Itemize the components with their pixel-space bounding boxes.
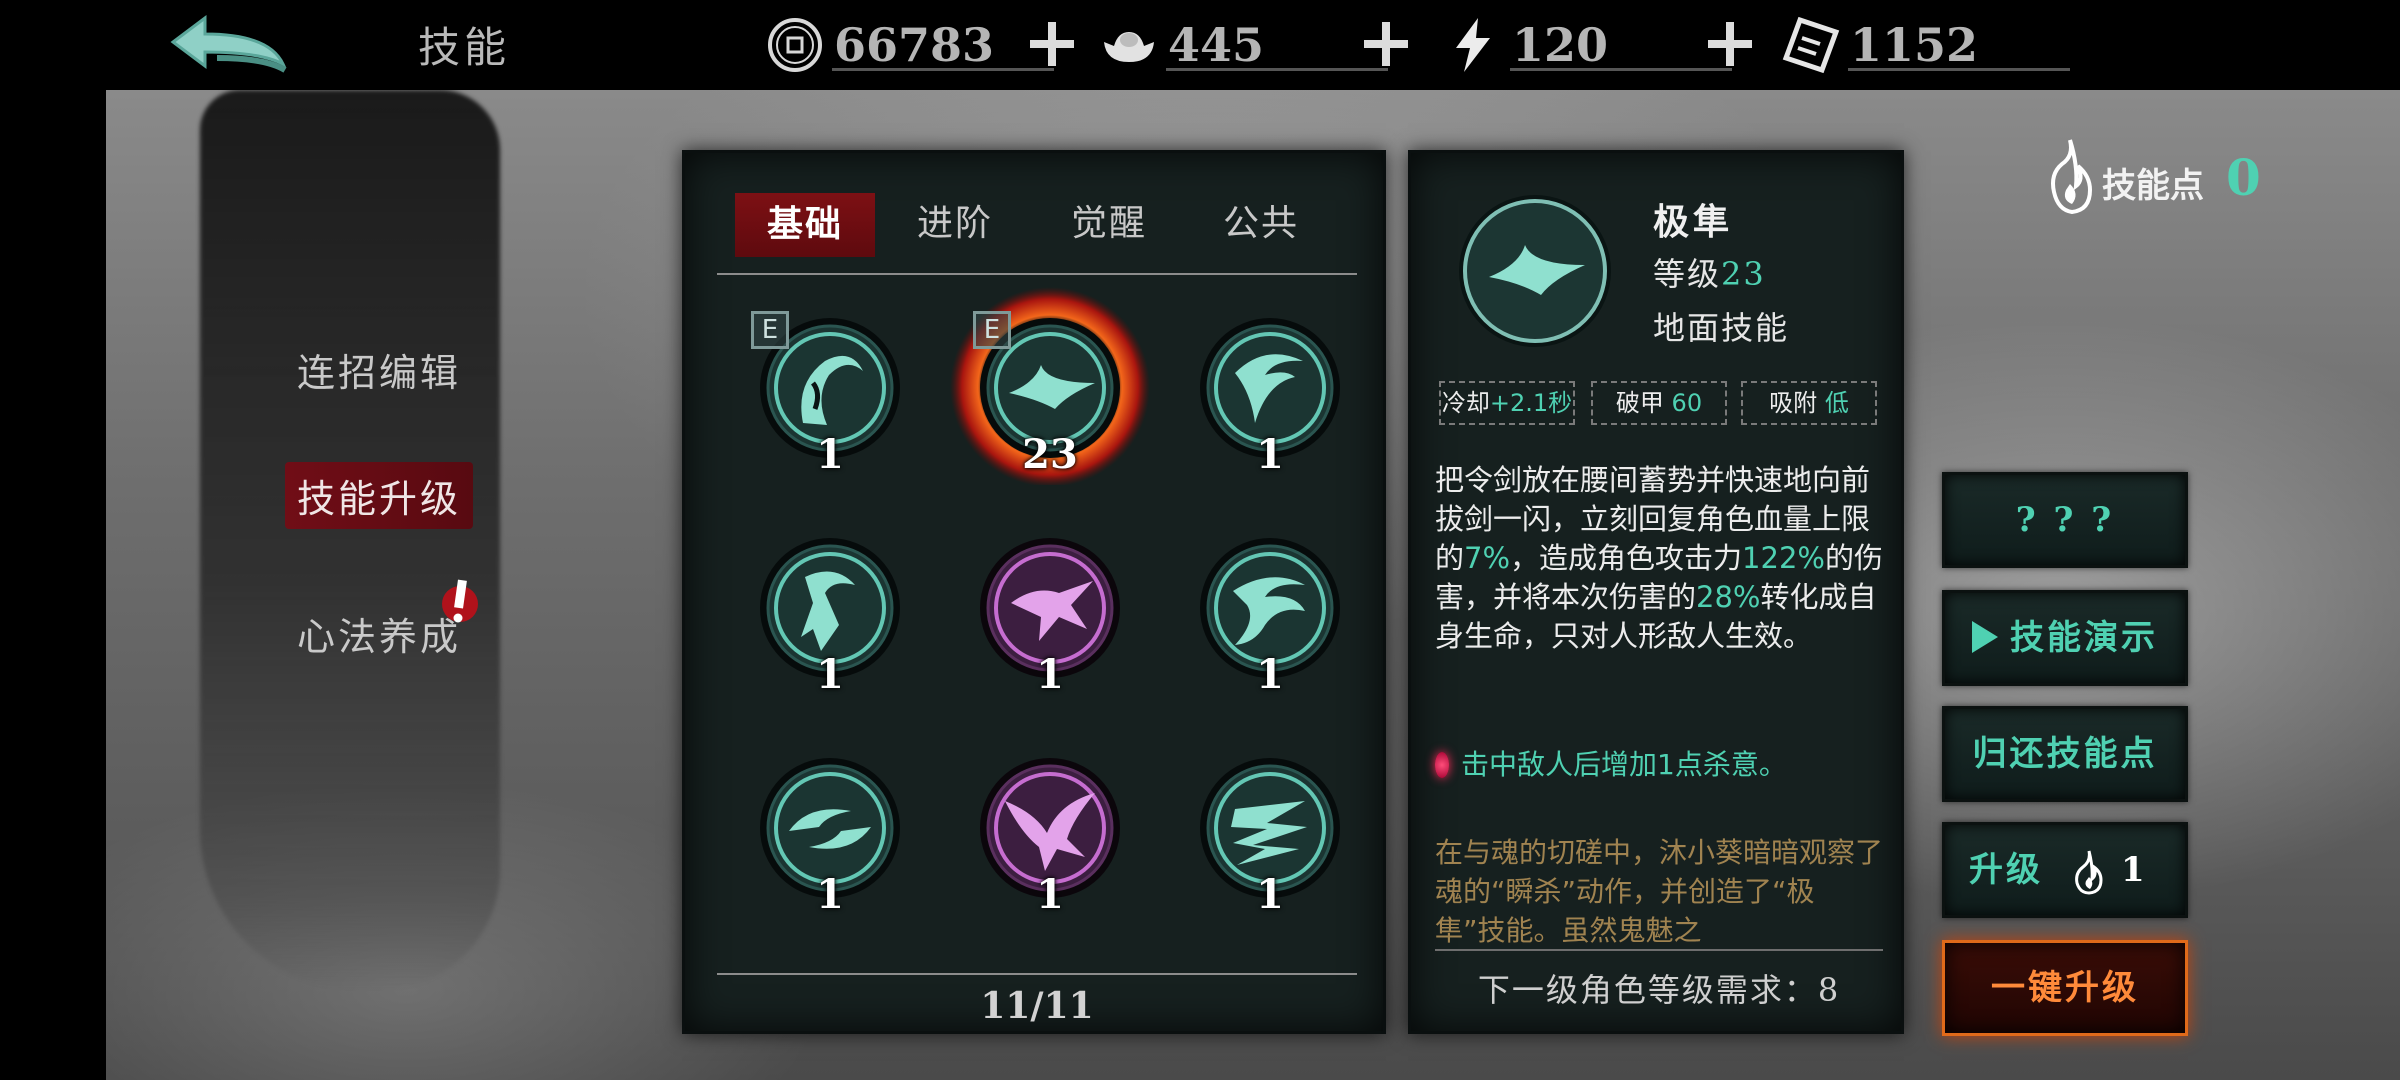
- skill-node[interactable]: 1: [1195, 753, 1345, 923]
- equipped-badge: E: [751, 311, 789, 349]
- back-arrow-icon: [170, 15, 287, 73]
- refund-skill-points-button[interactable]: 归还技能点: [1942, 706, 2188, 802]
- skill-level: 1: [816, 871, 844, 918]
- desc-highlight: 7%: [1464, 541, 1511, 575]
- lightning-icon: [1456, 18, 1490, 72]
- divider: [832, 68, 1054, 71]
- back-button[interactable]: [165, 12, 295, 78]
- tab-advanced[interactable]: 进阶: [885, 193, 1025, 257]
- skill-level: 23: [1022, 431, 1078, 478]
- divider: [1848, 68, 2070, 71]
- skill-bonus: 击中敌人后增加1点杀意。: [1435, 743, 1885, 783]
- stat-magnet: 吸附 低: [1741, 381, 1877, 425]
- alert-icon: [442, 579, 478, 623]
- equipped-badge: E: [973, 311, 1011, 349]
- menu-combo-edit[interactable]: 连招编辑: [285, 336, 473, 403]
- skill-level: 1: [1036, 871, 1064, 918]
- stat-value: 低: [1824, 389, 1849, 417]
- skill-detail-panel: 极隼 等级23 地面技能 冷却+2.1秒 破甲 60 吸附 低 把令剑放在腰间蓄…: [1408, 150, 1904, 1034]
- stat-label: 冷却: [1441, 389, 1490, 417]
- skill-description: 把令剑放在腰间蓄势并快速地向前拔剑一闪，立刻回复角色血量上限的7%，造成角色攻击…: [1435, 461, 1885, 656]
- tab-basic[interactable]: 基础: [735, 193, 875, 257]
- tab-awakening[interactable]: 觉醒: [1039, 193, 1179, 257]
- play-icon: [1972, 621, 1998, 653]
- upgrade-all-button[interactable]: 一键升级: [1942, 940, 2188, 1036]
- bonus-text: 击中敌人后增加1点杀意。: [1461, 748, 1787, 781]
- desc-highlight: 122%: [1742, 541, 1825, 575]
- tickets-value: 1152: [1850, 18, 1979, 72]
- skill-node[interactable]: 1: [1195, 313, 1345, 483]
- add-energy-button[interactable]: [1702, 14, 1758, 70]
- skill-name: 极隼: [1653, 201, 1734, 243]
- divider: [1435, 949, 1883, 951]
- divider: [717, 973, 1357, 975]
- unknown-button[interactable]: ? ? ?: [1942, 472, 2188, 568]
- next-level-requirement: 下一级角色等级需求：8: [1477, 971, 1841, 1009]
- ingots-value: 445: [1168, 18, 1265, 72]
- ink-brush-banner: [200, 90, 500, 990]
- skill-tree-panel: 基础 进阶 觉醒 公共 E 1 E 23 1 1 1 1 1 1 1 11/11: [682, 150, 1386, 1034]
- skill-points-value: 0: [2226, 148, 2261, 207]
- desc-text: ，造成角色攻击力: [1510, 541, 1743, 575]
- skill-demo-button[interactable]: 技能演示: [1942, 590, 2188, 686]
- flame-icon: [2051, 139, 2093, 215]
- stat-value: 60: [1671, 389, 1703, 417]
- skill-level: 1: [1256, 431, 1284, 478]
- skill-level: 1: [816, 431, 844, 478]
- stat-cooldown: 冷却+2.1秒: [1439, 381, 1575, 425]
- menu-skill-upgrade[interactable]: 技能升级: [285, 462, 474, 529]
- coin-icon: [768, 18, 822, 72]
- skill-node[interactable]: 1: [755, 753, 905, 923]
- page-indicator: 11/11: [980, 985, 1094, 1027]
- tab-common[interactable]: 公共: [1191, 193, 1331, 257]
- coins-value: 66783: [834, 18, 995, 72]
- skill-type: 地面技能: [1653, 309, 1790, 347]
- skill-node[interactable]: E 1: [751, 311, 905, 483]
- skill-node-selected[interactable]: E 23: [950, 287, 1150, 485]
- divider: [1166, 68, 1388, 71]
- divider: [1510, 68, 1732, 71]
- swift-swallow-skill-icon: [1459, 195, 1611, 347]
- upgrade-label: 升级: [1969, 850, 2043, 890]
- energy-value: 120: [1512, 18, 1609, 72]
- killing-intent-icon: [1435, 752, 1449, 778]
- skill-demo-label: 技能演示: [2010, 618, 2158, 658]
- upgrade-button[interactable]: 升级 1: [1942, 822, 2188, 918]
- upgrade-cost: 1: [2121, 850, 2148, 890]
- skill-level-line: 等级23: [1653, 249, 1766, 295]
- skill-node[interactable]: 1: [975, 753, 1125, 923]
- skill-node[interactable]: 1: [975, 533, 1125, 703]
- skill-points-label: 技能点: [2102, 166, 2204, 206]
- ticket-icon: [1782, 16, 1840, 74]
- ingot-icon: [1104, 32, 1154, 62]
- stat-value: +2.1秒: [1489, 389, 1573, 417]
- skill-lore[interactable]: 在与魂的切磋中，沐小葵暗暗观察了魂的“瞬杀”动作，并创造了“极隼”技能。虽然鬼魅…: [1435, 833, 1885, 953]
- add-coins-button[interactable]: [1024, 14, 1080, 70]
- flame-icon: [2075, 850, 2103, 895]
- skill-level: 1: [816, 651, 844, 698]
- skill-level: 1: [1256, 871, 1284, 918]
- stat-label: 破甲: [1615, 389, 1664, 417]
- level-label: 等级: [1653, 255, 1722, 293]
- skill-level: 1: [1036, 651, 1064, 698]
- top-bar: 技能 66783 445 120 1152: [0, 0, 2400, 90]
- skill-node[interactable]: 1: [755, 533, 905, 703]
- skill-node[interactable]: 1: [1195, 533, 1345, 703]
- stat-label: 吸附: [1769, 389, 1818, 417]
- add-ingots-button[interactable]: [1358, 14, 1414, 70]
- stat-armor-break: 破甲 60: [1591, 381, 1727, 425]
- desc-highlight: 28%: [1696, 580, 1761, 614]
- screen-title: 技能: [418, 23, 511, 72]
- skill-level: 1: [1256, 651, 1284, 698]
- level-value: 23: [1721, 255, 1766, 293]
